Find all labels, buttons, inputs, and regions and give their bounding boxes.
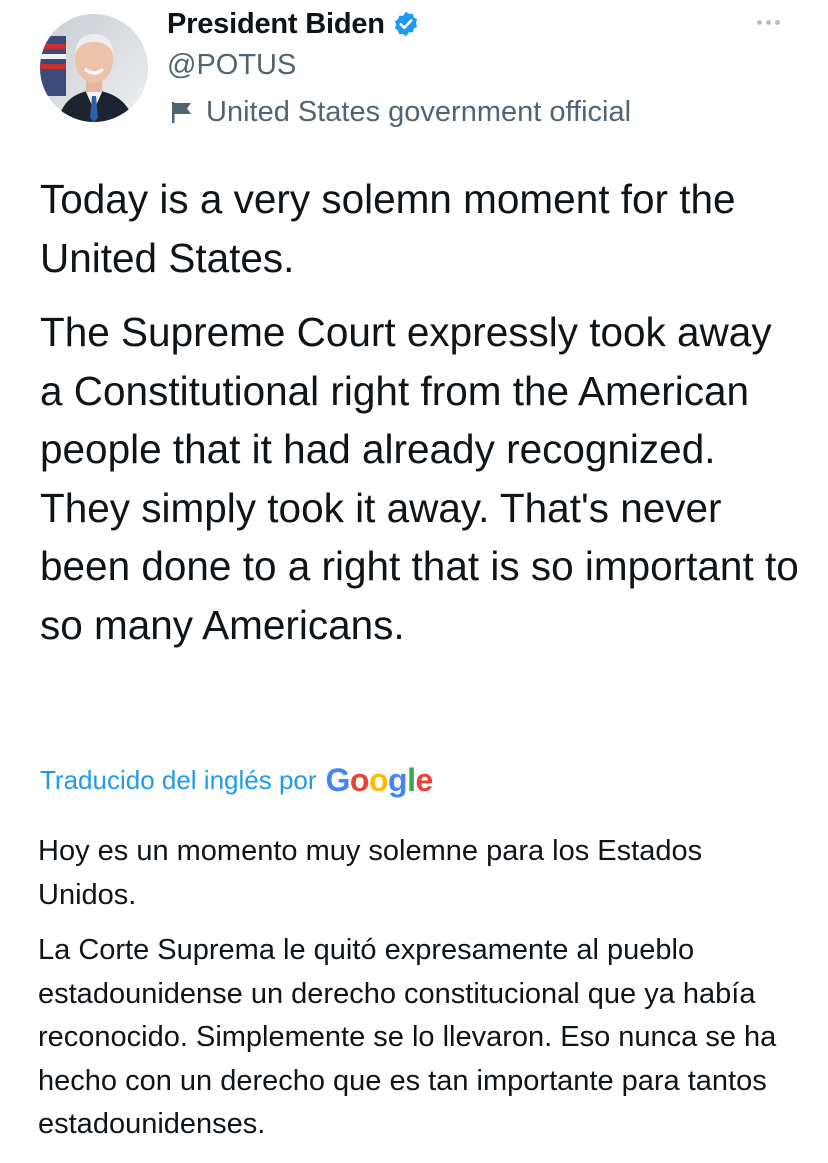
tweet-header: President Biden @POTUS United States gov…: [167, 4, 631, 132]
tweet-paragraph: The Supreme Court expressly took away a …: [40, 309, 799, 648]
translated-paragraph: La Corte Suprema le quitó expresamente a…: [38, 934, 777, 1140]
translated-paragraph: Hoy es un momento muy solemne para los E…: [38, 835, 703, 911]
flag-icon: [171, 100, 193, 124]
display-name[interactable]: President Biden: [167, 8, 385, 41]
handle[interactable]: @POTUS: [167, 46, 631, 84]
tweet-paragraph: Today is a very solemn moment for the Un…: [40, 176, 736, 281]
avatar[interactable]: [40, 14, 148, 122]
avatar-image: [40, 14, 148, 122]
name-row: President Biden: [167, 4, 631, 44]
google-logo: Google: [325, 761, 434, 798]
translated-text: Hoy es un momento muy solemne para los E…: [38, 830, 808, 1147]
tweet: President Biden @POTUS United States gov…: [0, 0, 828, 1163]
verified-badge-icon: [392, 10, 420, 38]
more-icon-dot: [774, 19, 780, 25]
more-icon-dot: [756, 19, 762, 25]
account-label[interactable]: United States government official: [167, 92, 631, 132]
tweet-text: Today is a very solemn moment for the Un…: [40, 170, 800, 654]
more-button[interactable]: [748, 8, 788, 36]
government-label: United States government official: [206, 95, 632, 128]
translation-attribution[interactable]: Traducido del inglés por Google: [40, 756, 433, 804]
translated-by-label[interactable]: Traducido del inglés por: [40, 765, 317, 796]
more-icon-dot: [765, 19, 771, 25]
